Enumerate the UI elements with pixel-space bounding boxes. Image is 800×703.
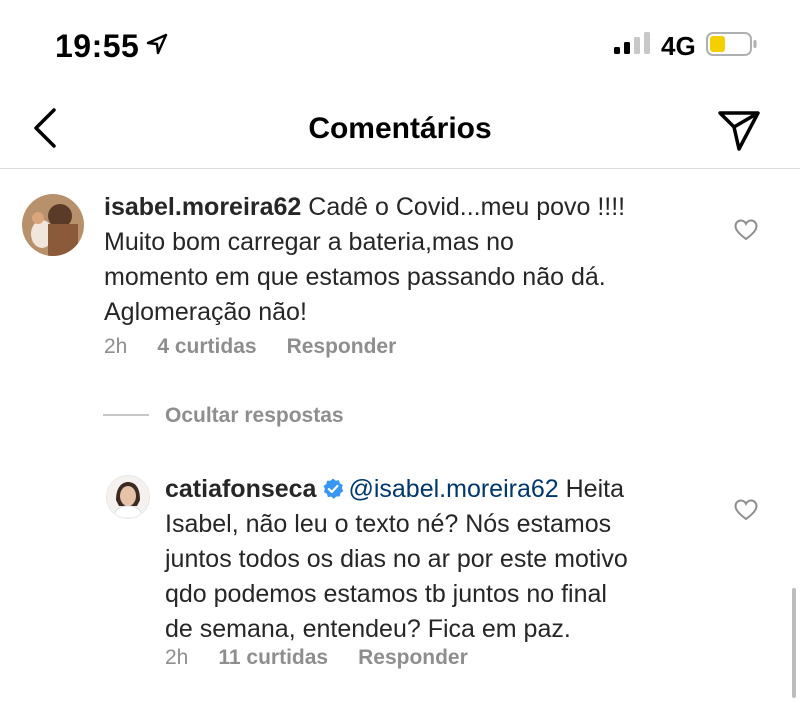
comment-text-line: Aglomeração não! (104, 298, 307, 326)
reply-text-line: juntos todos os dias no ar por este moti… (165, 545, 628, 573)
comment-body: isabel.moreira62 Cadê o Covid...meu povo… (104, 190, 724, 330)
comment-time: 2h (104, 335, 128, 358)
reply-button[interactable]: Responder (287, 335, 397, 358)
scrollbar[interactable] (792, 588, 796, 698)
signal-strength-icon (614, 32, 650, 54)
reply-time: 2h (165, 646, 189, 669)
reply-text-line: Heita (565, 475, 624, 503)
reply-likes[interactable]: 11 curtidas (218, 646, 328, 669)
comment-text-line: Muito bom carregar a bateria,mas no (104, 228, 514, 256)
network-type: 4G (661, 31, 696, 61)
paper-plane-icon[interactable] (716, 108, 762, 154)
reply-button[interactable]: Responder (358, 646, 468, 669)
comments-header: Comentários (0, 90, 800, 169)
reply-username[interactable]: catiafonseca (165, 475, 316, 503)
reply-meta: 2h 11 curtidas Responder (165, 646, 498, 670)
reply-text-line: qdo podemos estamos tb juntos no final (165, 580, 607, 608)
battery-icon (706, 32, 757, 56)
comment-meta: 2h 4 curtidas Responder (104, 335, 426, 359)
hide-replies-button[interactable]: Ocultar respostas (165, 404, 344, 428)
avatar[interactable] (22, 194, 84, 256)
status-bar: 19:55 4G (0, 0, 800, 90)
status-time: 19:55 (55, 28, 140, 64)
verified-badge-icon (323, 478, 344, 499)
comment-text-line: momento em que estamos passando não dá. (104, 263, 606, 291)
reply-text-line: de semana, entendeu? Fica em paz. (165, 615, 571, 643)
comment-text-line: Cadê o Covid...meu povo !!!! (308, 193, 626, 221)
heart-outline-icon[interactable] (734, 499, 758, 521)
avatar-photo (22, 194, 84, 256)
hide-replies-divider (103, 414, 149, 416)
comment-username[interactable]: isabel.moreira62 (104, 193, 301, 221)
avatar-photo (107, 476, 149, 518)
reply-body: catiafonseca @isabel.moreira62 Heita Isa… (165, 472, 725, 647)
reply-text-line: Isabel, não leu o texto né? Nós estamos (165, 510, 612, 538)
avatar[interactable] (106, 475, 150, 519)
comment-likes[interactable]: 4 curtidas (157, 335, 256, 358)
reply-mention[interactable]: @isabel.moreira62 (348, 475, 558, 503)
page-title: Comentários (308, 112, 492, 145)
location-arrow-icon (146, 33, 168, 55)
heart-outline-icon[interactable] (734, 219, 758, 241)
